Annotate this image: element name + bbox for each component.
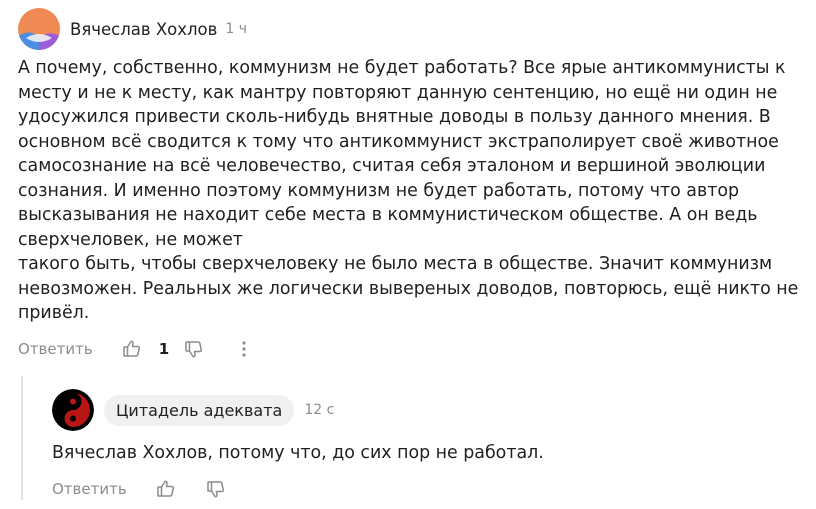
thread-line [21,376,23,500]
gradient-avatar-icon [18,8,60,50]
thumbs-up-icon [156,480,174,497]
like-button[interactable] [121,338,143,360]
reply-header: Цитадель адеквата 12 с [52,389,792,431]
comment-line: самосознание на всё человечество, считая… [18,156,766,176]
thumbs-down-icon [206,480,224,497]
reply-author-avatar[interactable] [52,389,94,431]
reply-dislike-button[interactable] [205,478,227,500]
reply-button[interactable]: Ответить [18,340,93,358]
comment-line: удосужился привести сколь-нибудь внятные… [18,107,771,127]
comment-line: привёл. [18,303,90,323]
comment-line: А почему, собственно, коммунизм не будет… [18,58,786,78]
reply-text: Вячеслав Хохлов, потому что, до сих пор … [52,443,544,463]
reply-like-button[interactable] [155,478,177,500]
reply-reply-button[interactable]: Ответить [52,480,127,498]
comment-line: месту и не к месту, как мантру повторяют… [18,82,778,103]
comment-author[interactable]: Вячеслав Хохлов [70,20,217,39]
reply-time: 12 с [304,402,335,418]
comment-line: такого быть, чтобы сверхчеловеку не было… [18,254,773,274]
comment-header: Вячеслав Хохлов 1 ч [18,6,808,52]
reply-author[interactable]: Цитадель адеквата [104,394,295,426]
thumbs-down-icon [185,340,203,357]
comment-line: основном всё сводится к тому что антиком… [18,131,779,152]
reply-actions: Ответить [52,469,792,509]
comment-line: сверхчеловек, не может [18,229,243,250]
comment-line: высказывания не находит себе места в ком… [18,205,758,225]
more-options-button[interactable] [233,338,255,360]
likes-count: 1 [158,339,170,358]
comment-line: сознания. И именно поэтому коммунизм не … [18,180,740,201]
comment-text: А почему, собственно, коммунизм не будет… [18,56,808,326]
more-dots-icon [242,340,246,357]
comment-line: невозможен. Реальных же логически вывере… [18,278,799,299]
comment-actions: Ответить 1 [18,329,808,369]
dislike-button[interactable] [183,338,205,360]
author-avatar[interactable] [18,8,60,50]
comment: Вячеслав Хохлов 1 ч А почему, собственно… [18,6,808,369]
thumbs-up-icon [122,340,140,357]
comment-time: 1 ч [225,21,248,37]
reply-comment: Цитадель адеквата 12 с Вячеслав Хохлов, … [52,389,792,509]
yin-yang-avatar-icon [52,389,94,431]
